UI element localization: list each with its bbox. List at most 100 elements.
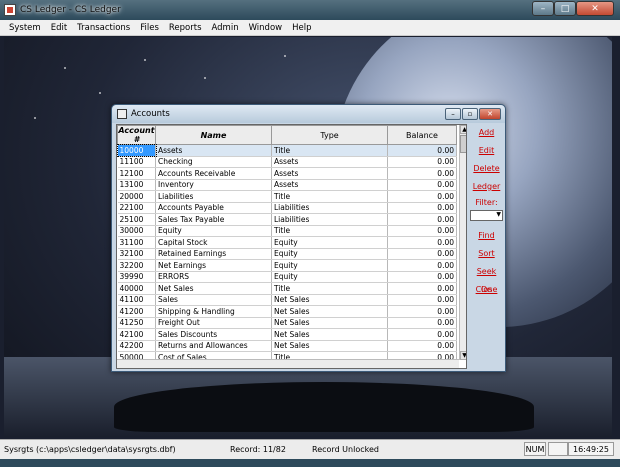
scroll-thumb[interactable]	[460, 135, 466, 153]
table-row[interactable]: 12100 Accounts Receivable Assets 0.00	[117, 167, 457, 180]
table-row[interactable]: 39990 ERRORS Equity 0.00	[117, 271, 457, 283]
balance-cell[interactable]: 0.00	[387, 305, 457, 318]
account-cell[interactable]: 42200	[117, 340, 156, 352]
app-icon[interactable]	[4, 4, 16, 16]
table-row[interactable]: 41200 Shipping & Handling Net Sales 0.00	[117, 305, 457, 318]
ledger-button[interactable]: Ledger	[470, 178, 503, 196]
account-cell[interactable]: 32100	[117, 248, 156, 260]
balance-cell[interactable]: 0.00	[387, 202, 457, 214]
type-cell[interactable]: Net Sales	[271, 305, 388, 318]
name-cell[interactable]: Shipping & Handling	[155, 305, 272, 318]
table-row[interactable]: 41250 Freight Out Net Sales 0.00	[117, 317, 457, 329]
account-cell[interactable]: 39990	[117, 271, 156, 283]
table-row[interactable]: 41100 Sales Net Sales 0.00	[117, 294, 457, 306]
filter-dropdown[interactable]	[470, 210, 503, 221]
name-cell[interactable]: Assets	[155, 144, 272, 157]
account-cell[interactable]: 41200	[117, 305, 156, 318]
type-cell[interactable]: Net Sales	[271, 328, 388, 341]
table-row[interactable]: 30000 Equity Title 0.00	[117, 225, 457, 237]
name-cell[interactable]: Accounts Payable	[155, 202, 272, 214]
menu-files[interactable]: Files	[135, 23, 164, 33]
name-cell[interactable]: Net Sales	[155, 282, 272, 295]
table-row[interactable]: 22100 Accounts Payable Liabilities 0.00	[117, 202, 457, 214]
account-cell[interactable]: 10000	[117, 143, 157, 157]
menu-help[interactable]: Help	[287, 23, 316, 33]
maximize-button[interactable]: □	[554, 1, 576, 16]
account-cell[interactable]: 22100	[117, 202, 156, 214]
account-cell[interactable]: 32200	[117, 259, 156, 272]
table-row[interactable]: 32200 Net Earnings Equity 0.00	[117, 259, 457, 272]
balance-cell[interactable]: 0.00	[387, 248, 457, 260]
balance-cell[interactable]: 0.00	[387, 225, 457, 237]
accounts-titlebar[interactable]: Accounts – ▫ ✕	[112, 105, 505, 123]
close-button[interactable]: ✕	[576, 1, 614, 16]
type-cell[interactable]: Net Sales	[271, 317, 388, 329]
column-header-balance[interactable]: Balance	[387, 125, 457, 145]
balance-cell[interactable]: 0.00	[387, 271, 457, 283]
vertical-scrollbar[interactable]: ▲ ▼	[459, 125, 466, 360]
type-cell[interactable]: Liabilities	[271, 213, 388, 226]
account-cell[interactable]: 41250	[117, 317, 156, 329]
column-header-type[interactable]: Type	[271, 125, 388, 145]
table-row[interactable]: 40000 Net Sales Title 0.00	[117, 282, 457, 295]
table-row[interactable]: 25100 Sales Tax Payable Liabilities 0.00	[117, 213, 457, 226]
account-cell[interactable]: 42100	[117, 328, 156, 341]
add-button[interactable]: Add	[470, 124, 503, 142]
name-cell[interactable]: Inventory	[155, 179, 272, 191]
balance-cell[interactable]: 0.00	[387, 294, 457, 306]
menu-reports[interactable]: Reports	[164, 23, 207, 33]
name-cell[interactable]: Accounts Receivable	[155, 167, 272, 180]
account-cell[interactable]: 31100	[117, 236, 156, 249]
type-cell[interactable]: Net Sales	[271, 340, 388, 352]
find-button[interactable]: Find	[470, 227, 503, 245]
type-cell[interactable]: Title	[271, 190, 388, 203]
balance-cell[interactable]: 0.00	[387, 156, 457, 168]
close-accounts-button[interactable]: Close	[470, 281, 503, 299]
accounts-minimize-button[interactable]: –	[445, 108, 461, 120]
name-cell[interactable]: Equity	[155, 225, 272, 237]
table-row[interactable]: 32100 Retained Earnings Equity 0.00	[117, 248, 457, 260]
type-cell[interactable]: Net Sales	[271, 294, 388, 306]
account-cell[interactable]: 20000	[117, 190, 156, 203]
name-cell[interactable]: Net Earnings	[155, 259, 272, 272]
table-row[interactable]: 11100 Checking Assets 0.00	[117, 156, 457, 168]
table-row[interactable]: 13100 Inventory Assets 0.00	[117, 179, 457, 191]
type-cell[interactable]: Equity	[271, 248, 388, 260]
balance-cell[interactable]: 0.00	[387, 167, 457, 180]
type-cell[interactable]: Equity	[271, 236, 388, 249]
type-cell[interactable]: Assets	[271, 156, 388, 168]
account-cell[interactable]: 25100	[117, 213, 156, 226]
accounts-close-button[interactable]: ✕	[479, 108, 501, 120]
type-cell[interactable]: Assets	[271, 179, 388, 191]
balance-cell[interactable]: 0.00	[387, 236, 457, 249]
scroll-up-arrow-icon[interactable]: ▲	[460, 125, 466, 134]
menu-edit[interactable]: Edit	[46, 23, 72, 33]
sort-button[interactable]: Sort	[470, 245, 503, 263]
name-cell[interactable]: Sales Tax Payable	[155, 213, 272, 226]
type-cell[interactable]: Title	[271, 282, 388, 295]
menu-transactions[interactable]: Transactions	[72, 23, 135, 33]
balance-cell[interactable]: 0.00	[387, 259, 457, 272]
menu-system[interactable]: System	[4, 23, 46, 33]
type-cell[interactable]: Liabilities	[271, 202, 388, 214]
name-cell[interactable]: Sales Discounts	[155, 328, 272, 341]
accounts-grid[interactable]: Account # Name Type Balance 10000 Assets T…	[116, 124, 467, 369]
delete-button[interactable]: Delete	[470, 160, 503, 178]
account-cell[interactable]: 41100	[117, 294, 156, 306]
balance-cell[interactable]: 0.00	[387, 317, 457, 329]
name-cell[interactable]: Checking	[155, 156, 272, 168]
account-cell[interactable]: 13100	[117, 179, 156, 191]
minimize-button[interactable]: –	[532, 1, 554, 16]
type-cell[interactable]: Title	[271, 225, 388, 237]
balance-cell[interactable]: 0.00	[387, 179, 457, 191]
account-cell[interactable]: 40000	[117, 282, 156, 295]
name-cell[interactable]: Sales	[155, 294, 272, 306]
table-row[interactable]: 31100 Capital Stock Equity 0.00	[117, 236, 457, 249]
balance-cell[interactable]: 0.00	[387, 282, 457, 295]
accounts-restore-button[interactable]: ▫	[462, 108, 478, 120]
type-cell[interactable]: Title	[271, 144, 388, 157]
column-header-name[interactable]: Name	[155, 125, 272, 145]
balance-cell[interactable]: 0.00	[387, 144, 457, 157]
type-cell[interactable]: Equity	[271, 259, 388, 272]
table-row[interactable]: 42100 Sales Discounts Net Sales 0.00	[117, 328, 457, 341]
